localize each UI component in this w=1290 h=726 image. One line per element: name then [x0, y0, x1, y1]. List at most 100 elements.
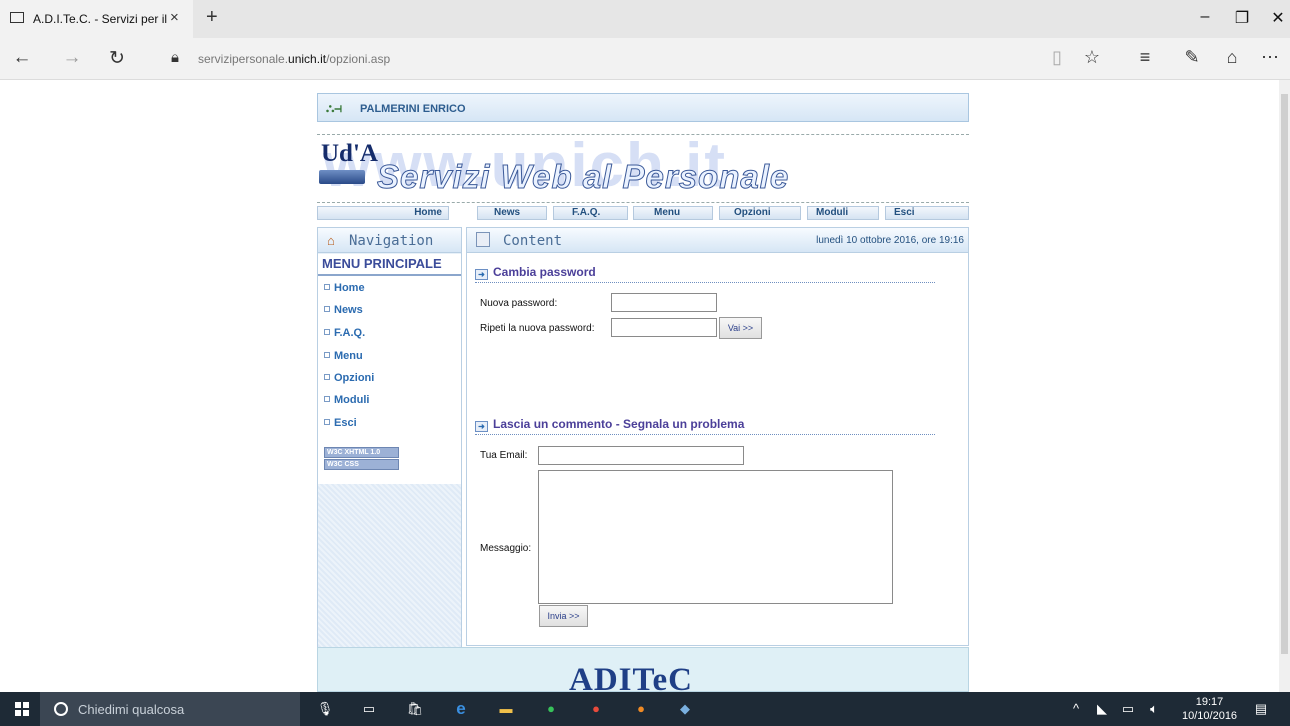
maximize-button[interactable]: ❐	[1230, 8, 1254, 28]
site-footer: ADITeC	[317, 647, 969, 692]
w3c-xhtml-badge[interactable]: W3C XHTML 1.0	[324, 447, 399, 458]
page-viewport: ⛬⊣ PALMERINI ENRICO www.unich.it Ud'A Se…	[0, 80, 1290, 692]
close-window-button[interactable]: ✕	[1266, 8, 1290, 28]
sidebar-item-faq[interactable]: F.A.Q.	[324, 327, 365, 339]
content-icon	[476, 232, 490, 247]
send-comment-button[interactable]: Invia >>	[539, 605, 588, 627]
repeat-password-label: Ripeti la nuova password:	[480, 323, 595, 334]
battery-icon[interactable]: ▭	[1119, 700, 1137, 718]
back-icon[interactable]: ←	[10, 47, 34, 69]
browser-tab[interactable]: A.D.I.Te.C. - Servizi per il ×	[0, 0, 193, 38]
task-view-icon[interactable]: ▭	[360, 700, 378, 718]
email-field[interactable]	[538, 446, 744, 465]
new-password-label: Nuova password:	[480, 298, 558, 309]
chrome-icon[interactable]: ●	[587, 700, 605, 718]
sidebar-item-opzioni[interactable]: Opzioni	[324, 372, 374, 384]
sidebar-item-menu[interactable]: Menu	[324, 350, 363, 362]
share-icon[interactable]: ⌂	[1220, 47, 1244, 68]
content-panel: Content lunedì 10 ottobre 2016, ore 19:1…	[466, 227, 969, 646]
section-title: ➜ Lascia un commento - Segnala un problem…	[475, 417, 744, 432]
clock-time: 19:17	[1195, 696, 1224, 708]
clock[interactable]: 19:17 10/10/2016	[1182, 695, 1237, 723]
user-bar: ⛬⊣ PALMERINI ENRICO	[317, 93, 969, 122]
uda-logo: Ud'A	[321, 140, 378, 167]
microphone-icon[interactable]: 🎙︎	[316, 700, 334, 718]
top-menu-moduli[interactable]: Moduli	[807, 206, 879, 220]
taskbar-search[interactable]: Chiedimi qualcosa	[40, 692, 300, 726]
favorite-star-icon[interactable]: ☆	[1080, 47, 1104, 68]
change-password-button[interactable]: Vai >>	[719, 317, 762, 339]
sidebar: ⌂ Navigation MENU PRINCIPALE Home News F…	[317, 227, 462, 692]
bullet-icon	[324, 306, 330, 312]
refresh-icon[interactable]: ↻	[105, 47, 129, 70]
hub-icon[interactable]: ≡	[1133, 47, 1157, 68]
top-menu: Home News F.A.Q. Menu Opzioni Moduli Esc…	[317, 206, 969, 220]
tray-up-icon[interactable]: ^	[1067, 700, 1085, 718]
reading-view-icon[interactable]: ▯	[1045, 47, 1069, 68]
top-menu-esci[interactable]: Esci	[885, 206, 969, 220]
email-label: Tua Email:	[480, 450, 528, 461]
section-divider	[475, 434, 935, 435]
bullet-icon	[324, 396, 330, 402]
volume-icon[interactable]: 🔈︎	[1145, 700, 1163, 718]
new-password-input[interactable]	[611, 293, 717, 312]
main-menu: MENU PRINCIPALE Home News F.A.Q. Menu Op…	[318, 254, 461, 484]
clock-date: 10/10/2016	[1182, 710, 1238, 722]
section-divider	[475, 282, 935, 283]
store-icon[interactable]: 🛍︎	[406, 700, 424, 718]
top-menu-opzioni[interactable]: Opzioni	[719, 206, 801, 220]
section-title: ➜ Cambia password	[475, 265, 596, 280]
edge-icon[interactable]: e	[452, 700, 470, 718]
sidebar-item-moduli[interactable]: Moduli	[324, 394, 369, 406]
repeat-password-input[interactable]	[611, 318, 717, 337]
uda-logo-base	[319, 170, 365, 184]
banner-divider	[317, 134, 969, 135]
web-note-icon[interactable]: ✎	[1180, 47, 1204, 68]
tab-strip: A.D.I.Te.C. - Servizi per il × + – ❐ ✕	[0, 0, 1290, 38]
notifications-icon[interactable]: ▤	[1252, 700, 1270, 718]
arrow-icon: ➜	[475, 269, 488, 280]
lock-icon: 🔒︎	[171, 49, 179, 66]
tab-close-icon[interactable]: ×	[170, 9, 179, 26]
forward-icon[interactable]: →	[60, 47, 84, 69]
message-textarea[interactable]	[538, 470, 893, 604]
message-label: Messaggio:	[480, 543, 532, 554]
top-menu-faq[interactable]: F.A.Q.	[553, 206, 628, 220]
sidebar-item-esci[interactable]: Esci	[324, 417, 357, 429]
content-heading: Content	[503, 233, 563, 249]
page-scrollbar[interactable]	[1279, 80, 1290, 692]
minimize-button[interactable]: –	[1193, 8, 1217, 26]
tab-title: A.D.I.Te.C. - Servizi per il	[33, 12, 168, 26]
new-tab-button[interactable]: +	[206, 6, 218, 29]
sidebar-heading: Navigation	[349, 233, 434, 249]
tab-page-icon	[10, 12, 24, 23]
top-menu-news[interactable]: News	[477, 206, 547, 220]
firefox-icon[interactable]: ●	[632, 700, 650, 718]
wifi-icon[interactable]: ◣	[1093, 700, 1111, 718]
file-explorer-icon[interactable]: ▬	[497, 700, 515, 718]
w3c-css-badge[interactable]: W3C CSS	[324, 459, 399, 470]
sidebar-item-news[interactable]: News	[324, 304, 363, 316]
app-icon[interactable]: ◆	[676, 700, 694, 718]
more-icon[interactable]: ⋯	[1258, 47, 1282, 68]
bullet-icon	[324, 284, 330, 290]
scrollbar-thumb[interactable]	[1281, 94, 1288, 654]
windows-start-icon[interactable]	[15, 702, 29, 716]
user-tree-icon: ⛬⊣	[326, 101, 343, 115]
sidebar-header: ⌂ Navigation	[318, 228, 461, 253]
top-menu-home[interactable]: Home	[317, 206, 449, 220]
arrow-icon: ➜	[475, 421, 488, 432]
home-icon: ⌂	[327, 233, 335, 248]
sidebar-item-home[interactable]: Home	[324, 282, 365, 294]
footer-brand: ADITeC	[569, 662, 693, 692]
site-banner: www.unich.it Ud'A Servizi Web al Persona…	[317, 122, 969, 220]
taskbar: Chiedimi qualcosa 🎙︎ ▭ 🛍︎ e ▬ ● ● ● ◆ ^ …	[0, 692, 1290, 726]
top-menu-menu[interactable]: Menu	[633, 206, 713, 220]
bullet-icon	[324, 419, 330, 425]
whatsapp-icon[interactable]: ●	[542, 700, 560, 718]
main-menu-title: MENU PRINCIPALE	[322, 256, 442, 271]
bullet-icon	[324, 329, 330, 335]
cortana-icon	[54, 702, 68, 716]
user-name: PALMERINI ENRICO	[360, 103, 466, 115]
url-field[interactable]: servizipersonale.unich.it/opzioni.asp	[198, 52, 390, 66]
